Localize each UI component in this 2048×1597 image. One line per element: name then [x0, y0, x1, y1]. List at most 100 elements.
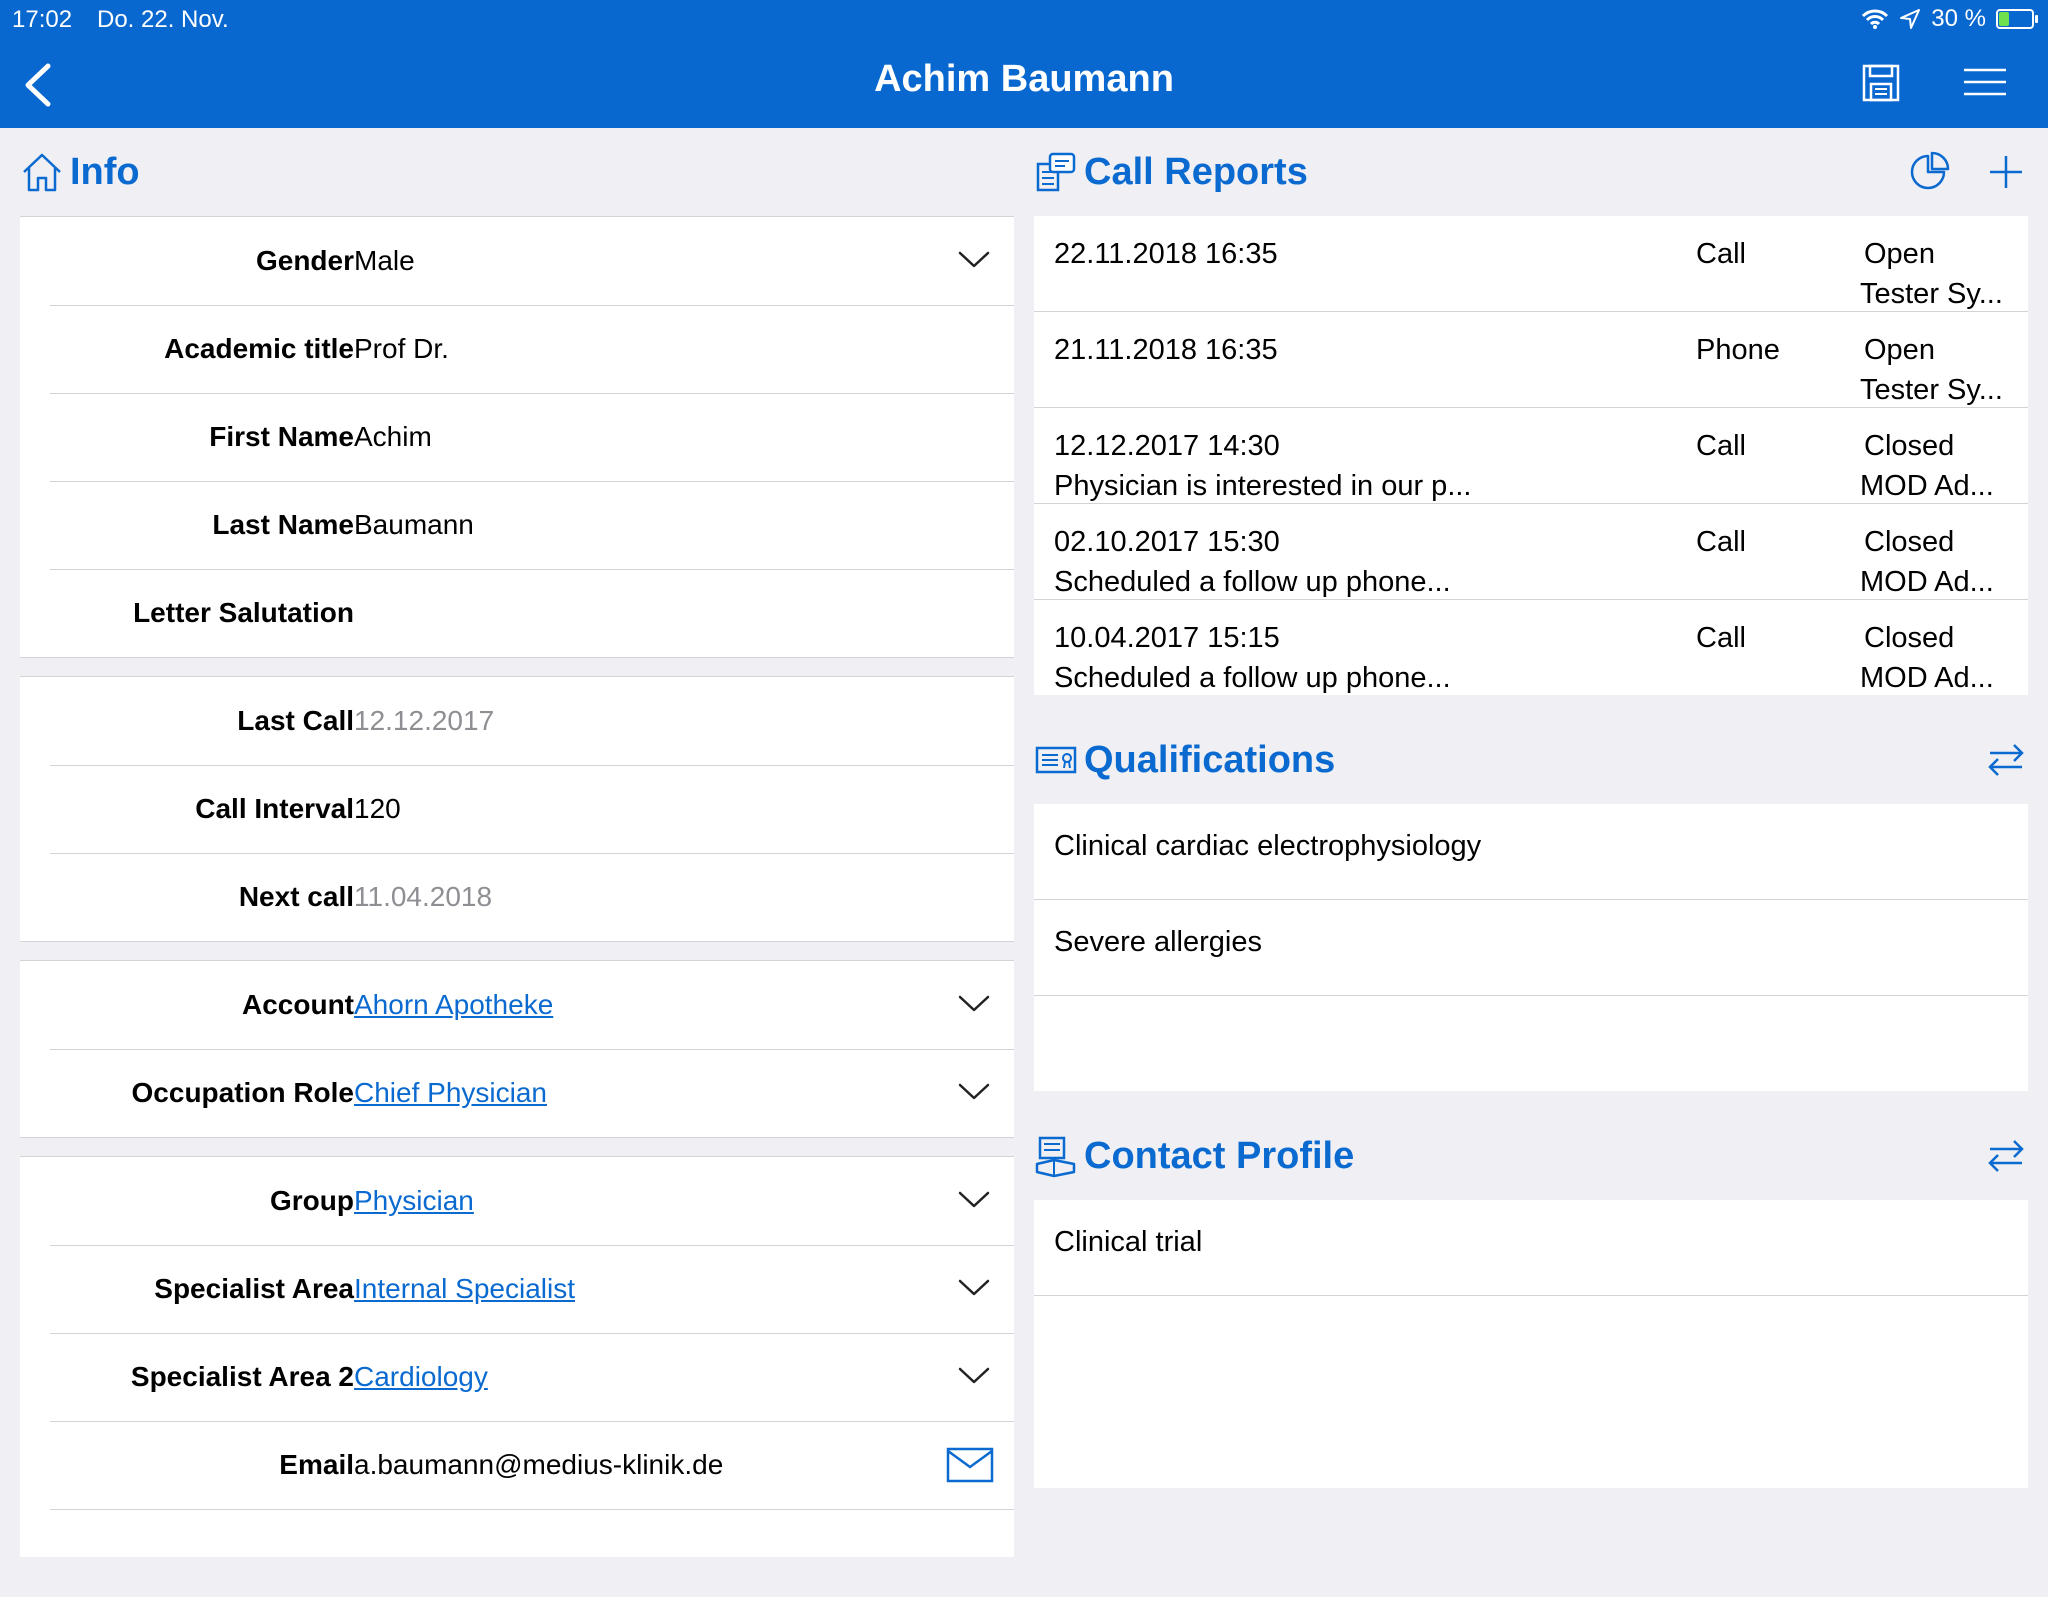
wifi-icon: [1862, 9, 1889, 29]
info-group-account: Account Ahorn Apotheke Occupation Role C…: [20, 960, 1014, 1138]
qualification-item[interactable]: Clinical cardiac electrophysiology: [1034, 804, 2028, 899]
account-link[interactable]: Ahorn Apotheke: [354, 961, 553, 1049]
call-report-type: Call: [1696, 622, 1746, 654]
contact-profile-header: Contact Profile: [1034, 1126, 1354, 1186]
info-group-personal: Gender Male Academic title Prof Dr. Firs…: [20, 216, 1014, 658]
chevron-down-icon[interactable]: [958, 1079, 990, 1103]
pie-chart-icon[interactable]: [1908, 150, 1952, 194]
field-label: Specialist Area: [154, 1273, 354, 1304]
group-link[interactable]: Physician: [354, 1157, 474, 1245]
call-report-row[interactable]: 12.12.2017 14:30 Physician is interested …: [1034, 407, 2028, 503]
field-gender[interactable]: Gender Male: [20, 217, 1014, 305]
field-value: Male: [354, 245, 415, 276]
call-report-row[interactable]: 02.10.2017 15:30 Scheduled a follow up ph…: [1034, 503, 2028, 599]
call-reports-header: Call Reports: [1034, 142, 1308, 202]
add-icon[interactable]: [1984, 150, 2028, 194]
call-report-type: Call: [1696, 526, 1746, 558]
certificate-icon: [1035, 746, 1077, 774]
field-specialist-area[interactable]: Specialist Area Internal Specialist: [20, 1245, 1014, 1333]
call-report-status: Closed MOD Ad...: [1860, 526, 1994, 598]
field-label: Next call: [238, 881, 354, 912]
contact-profile-item[interactable]: Clinical trial: [1034, 1200, 2028, 1295]
contact-profile-icon: [1035, 1136, 1076, 1178]
field-label: Email: [279, 1449, 354, 1480]
field-last-name[interactable]: Last Name Baumann: [20, 481, 1014, 569]
call-report-row[interactable]: 22.11.2018 16:35 Call Open Tester Sy...: [1034, 216, 2028, 311]
call-report-date: 02.10.2017 15:30 Scheduled a follow up ph…: [1054, 526, 1451, 598]
field-label: Letter Salutation: [133, 597, 354, 628]
field-group[interactable]: Group Physician: [20, 1157, 1014, 1245]
call-report-date: 22.11.2018 16:35: [1054, 238, 1278, 270]
save-icon[interactable]: [1862, 64, 1900, 102]
chevron-down-icon[interactable]: [958, 1187, 990, 1211]
field-label: Specialist Area 2: [130, 1361, 354, 1392]
chevron-down-icon[interactable]: [958, 991, 990, 1015]
field-first-name[interactable]: First Name Achim: [20, 393, 1014, 481]
specialist-area-link[interactable]: Internal Specialist: [354, 1245, 575, 1333]
call-report-type: Call: [1696, 238, 1746, 270]
call-report-date: 21.11.2018 16:35: [1054, 334, 1278, 366]
info-group-specialty: Group Physician Specialist Area Internal…: [20, 1156, 1014, 1557]
call-report-status: Closed MOD Ad...: [1860, 622, 1994, 694]
qualifications-list: Clinical cardiac electrophysiology Sever…: [1034, 804, 2028, 1091]
field-label: Account: [242, 989, 354, 1020]
qualification-item[interactable]: [1034, 995, 2028, 1091]
contact-profile-title: Contact Profile: [1084, 1134, 1355, 1177]
qualifications-header: Qualifications: [1034, 730, 1335, 790]
field-last-call[interactable]: Last Call 12.12.2017: [20, 677, 1014, 765]
info-header: Info: [20, 142, 140, 202]
field-label: Gender: [255, 245, 354, 276]
field-call-interval[interactable]: Call Interval 120: [20, 765, 1014, 853]
mail-icon[interactable]: [946, 1447, 994, 1483]
chevron-down-icon[interactable]: [958, 247, 990, 271]
field-occupation-role[interactable]: Occupation Role Chief Physician: [20, 1049, 1014, 1137]
battery-icon: [1996, 9, 2038, 29]
swap-arrows-icon[interactable]: [1984, 1134, 2028, 1178]
contact-profile-item[interactable]: [1034, 1295, 2028, 1391]
field-value: 11.04.2018: [354, 881, 493, 912]
top-bar: 17:02 Do. 22. Nov. 30 % Achim Baumann: [0, 0, 2048, 128]
field-empty: [20, 1509, 1014, 1597]
field-letter-salutation[interactable]: Letter Salutation: [20, 569, 1014, 657]
qualification-text: Clinical cardiac electrophysiology: [1054, 830, 1482, 862]
call-reports-list: 22.11.2018 16:35 Call Open Tester Sy... 2…: [1034, 216, 2028, 695]
qualification-item[interactable]: Severe allergies: [1034, 899, 2028, 995]
field-label: Last Name: [212, 509, 354, 540]
chevron-down-icon[interactable]: [958, 1275, 990, 1299]
field-specialist-area-2[interactable]: Specialist Area 2 Cardiology: [20, 1333, 1014, 1421]
call-report-row[interactable]: 21.11.2018 16:35 Phone Open Tester Sy...: [1034, 311, 2028, 407]
call-report-type: Call: [1696, 430, 1746, 462]
call-report-status: Open Tester Sy...: [1860, 238, 2003, 310]
field-value: Prof Dr.: [354, 333, 449, 364]
specialist-area-2-link[interactable]: Cardiology: [354, 1333, 488, 1421]
qualification-text: Severe allergies: [1054, 926, 1262, 958]
field-next-call[interactable]: Next call 11.04.2018: [20, 853, 1014, 941]
swap-arrows-icon[interactable]: [1984, 738, 2028, 782]
page-title: Achim Baumann: [874, 58, 1174, 100]
field-academic-title[interactable]: Academic title Prof Dr.: [20, 305, 1014, 393]
field-label: Call Interval: [195, 793, 354, 824]
qualifications-title: Qualifications: [1084, 738, 1336, 781]
status-date: Do. 22. Nov.: [97, 6, 229, 33]
chevron-down-icon[interactable]: [958, 1363, 990, 1387]
field-value: a.baumann@medius-klinik.de: [354, 1449, 724, 1480]
field-label: Last Call: [237, 705, 354, 736]
info-title: Info: [70, 150, 140, 193]
field-value: 12.12.2017: [354, 705, 495, 736]
field-label: First Name: [209, 421, 354, 452]
battery-percent: 30 %: [1931, 5, 1986, 32]
menu-icon[interactable]: [1962, 66, 2008, 98]
field-email[interactable]: Email a.baumann@medius-klinik.de: [20, 1421, 1014, 1509]
call-report-status: Closed MOD Ad...: [1860, 430, 1994, 502]
occupation-role-link[interactable]: Chief Physician: [354, 1049, 547, 1137]
field-value: Baumann: [354, 509, 474, 540]
contact-profile-text: Clinical trial: [1054, 1226, 1203, 1258]
field-label: Group: [270, 1185, 354, 1216]
call-report-row[interactable]: 10.04.2017 15:15 Scheduled a follow up ph…: [1034, 599, 2028, 695]
field-account[interactable]: Account Ahorn Apotheke: [20, 961, 1014, 1049]
info-group-calls: Last Call 12.12.2017 Call Interval 120 N…: [20, 676, 1014, 942]
call-report-type: Phone: [1696, 334, 1780, 366]
battery-fill: [1999, 12, 2010, 26]
location-icon: [1900, 9, 1921, 29]
status-time: 17:02: [12, 6, 73, 33]
